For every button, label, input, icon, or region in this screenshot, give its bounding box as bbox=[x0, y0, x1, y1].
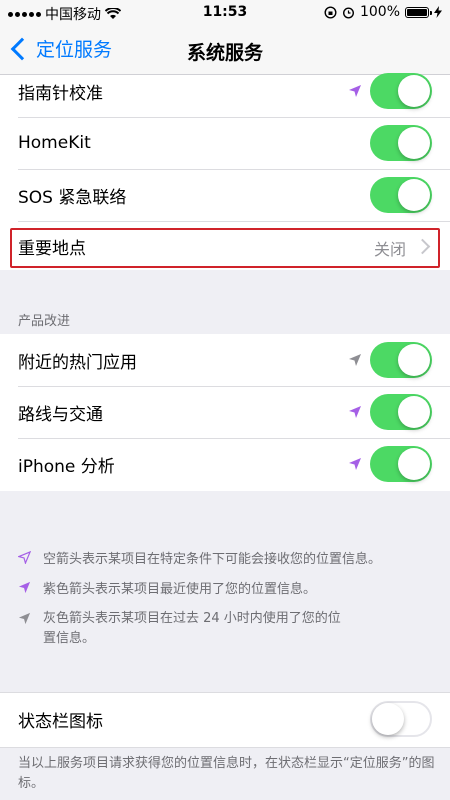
row-homekit[interactable]: HomeKit bbox=[0, 117, 450, 169]
row-label: SOS 紧急联络 bbox=[18, 187, 127, 208]
row-label: 路线与交通 bbox=[18, 404, 103, 425]
page-title: 系统服务 bbox=[186, 42, 263, 64]
purple-arrow-icon bbox=[18, 581, 31, 594]
alarm-icon bbox=[342, 6, 354, 19]
legend-text: 紫色箭头表示某项目最近使用了您的位置信息。 bbox=[43, 582, 317, 597]
row-label: 指南针校准 bbox=[18, 83, 103, 104]
legend-gray-arrow: 灰色箭头表示某项目在过去 24 小时内使用了您的位置信息。 bbox=[18, 609, 436, 649]
purple-location-arrow-icon bbox=[349, 458, 361, 470]
iphone-analytics-toggle[interactable] bbox=[370, 446, 432, 482]
row-status-bar-icon[interactable]: 状态栏图标 bbox=[0, 693, 450, 745]
legend-purple-arrow: 紫色箭头表示某项目最近使用了您的位置信息。 bbox=[18, 578, 436, 597]
highlight-box bbox=[10, 228, 440, 268]
compass-toggle[interactable] bbox=[370, 73, 432, 109]
charging-icon bbox=[434, 6, 442, 18]
section-header-product: 产品改进 bbox=[18, 314, 71, 329]
row-iphone-analytics[interactable]: iPhone 分析 bbox=[0, 438, 450, 490]
row-routing-traffic[interactable]: 路线与交通 bbox=[0, 386, 450, 438]
popular-near-me-toggle[interactable] bbox=[370, 342, 432, 378]
row-label: HomeKit bbox=[18, 133, 91, 153]
purple-location-arrow-icon bbox=[349, 406, 361, 418]
legend-text: 灰色箭头表示某项目在过去 24 小时内使用了您的位置信息。 bbox=[43, 611, 341, 646]
gray-location-arrow-icon bbox=[349, 354, 361, 366]
rotation-lock-icon bbox=[324, 5, 337, 19]
gray-arrow-icon bbox=[18, 612, 31, 625]
footer-note: 当以上服务项目请求获得您的位置信息时，在状态栏显示“定位服务”的图标。 bbox=[18, 756, 435, 791]
battery-percent: 100% bbox=[359, 4, 400, 20]
purple-location-arrow-icon bbox=[349, 85, 361, 97]
homekit-toggle[interactable] bbox=[370, 125, 432, 161]
row-compass-calibration[interactable]: 指南针校准 bbox=[0, 65, 450, 117]
legend-hollow-arrow: 空箭头表示某项目在特定条件下可能会接收您的位置信息。 bbox=[18, 548, 436, 567]
battery-icon bbox=[405, 6, 432, 18]
routing-traffic-toggle[interactable] bbox=[370, 394, 432, 430]
sos-toggle[interactable] bbox=[370, 177, 432, 213]
row-label: iPhone 分析 bbox=[18, 456, 115, 477]
status-bar-icon-toggle[interactable] bbox=[370, 701, 432, 737]
row-label: 附近的热门应用 bbox=[18, 352, 137, 373]
hollow-arrow-icon bbox=[18, 551, 31, 564]
legend-text: 空箭头表示某项目在特定条件下可能会接收您的位置信息。 bbox=[43, 552, 382, 567]
status-bar: 中国移动 11:53 100% bbox=[0, 0, 450, 26]
row-sos[interactable]: SOS 紧急联络 bbox=[0, 169, 450, 221]
row-label: 状态栏图标 bbox=[18, 711, 103, 732]
row-popular-near-me[interactable]: 附近的热门应用 bbox=[0, 334, 450, 386]
